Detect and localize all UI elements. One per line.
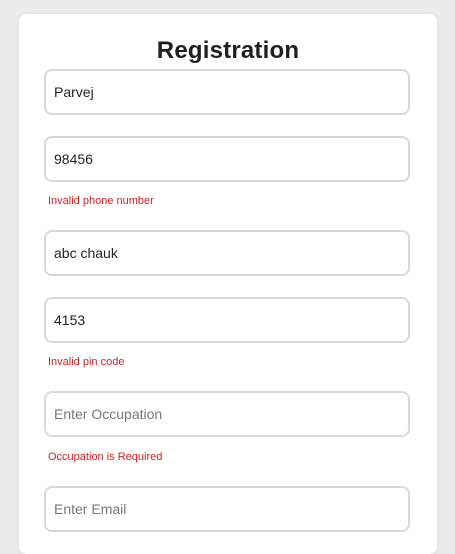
phone-input[interactable] — [46, 138, 408, 180]
form-title: Registration — [156, 37, 300, 64]
email-field[interactable] — [44, 486, 410, 532]
pincode-field[interactable] — [44, 297, 410, 343]
name-input[interactable] — [46, 71, 408, 113]
email-input[interactable] — [46, 488, 408, 530]
occupation-field[interactable] — [44, 391, 410, 437]
address-field[interactable] — [44, 230, 410, 276]
phone-error: Invalid phone number — [48, 195, 154, 207]
occupation-error: Occupation is Required — [48, 451, 163, 463]
address-input[interactable] — [46, 232, 408, 274]
pincode-error: Invalid pin code — [48, 356, 125, 368]
occupation-input[interactable] — [46, 393, 408, 435]
phone-field[interactable] — [44, 136, 410, 182]
name-field[interactable] — [44, 69, 410, 115]
pincode-input[interactable] — [46, 299, 408, 341]
registration-card: Registration Invalid phone number Invali… — [19, 14, 437, 554]
